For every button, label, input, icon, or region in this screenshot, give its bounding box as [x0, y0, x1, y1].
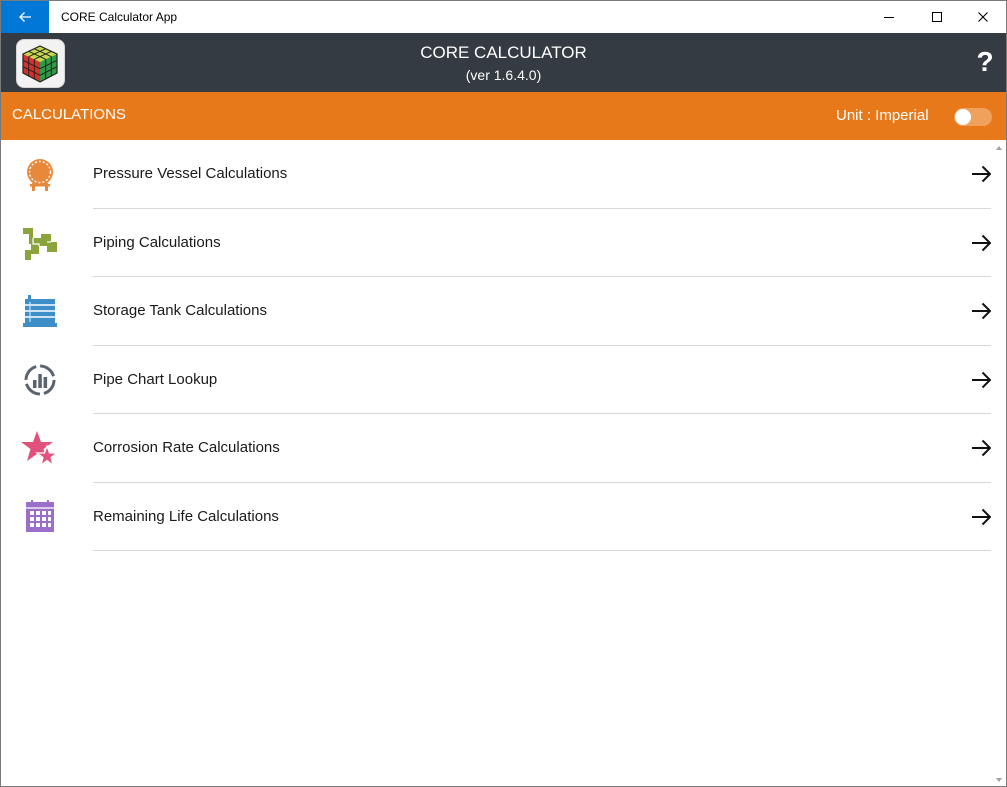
calendar-icon	[26, 499, 54, 532]
list-item-pressure-vessel[interactable]: Pressure Vessel Calculations	[1, 140, 1006, 209]
minimize-icon	[884, 17, 894, 18]
close-icon	[978, 12, 988, 22]
arrow-right-icon	[972, 439, 992, 457]
toggle-knob	[955, 109, 971, 125]
scroll-up-icon	[995, 145, 1002, 150]
piping-icon	[23, 227, 57, 260]
list-item-pipe-chart[interactable]: Pipe Chart Lookup	[1, 346, 1006, 414]
scroll-down-icon	[995, 777, 1002, 782]
title-bar: CORE Calculator App	[1, 1, 1006, 33]
maximize-button[interactable]	[914, 1, 960, 33]
scrollbar[interactable]	[991, 140, 1006, 786]
app-header: CORE CALCULATOR (ver 1.6.4.0) ?	[1, 33, 1006, 92]
help-button[interactable]: ?	[971, 45, 999, 79]
corrosion-star-icon	[21, 431, 59, 467]
item-label: Piping Calculations	[93, 233, 221, 251]
app-window: CORE Calculator App CORE CALCULATOR (ver…	[0, 0, 1007, 787]
app-version: (ver 1.6.4.0)	[465, 67, 542, 83]
item-label: Storage Tank Calculations	[93, 302, 267, 319]
back-button[interactable]	[1, 1, 49, 33]
arrow-right-icon	[972, 508, 992, 525]
back-arrow-icon	[19, 12, 31, 22]
list-item-remaining-life[interactable]: Remaining Life Calculations	[1, 483, 1006, 551]
list-item-piping[interactable]: Piping Calculations	[1, 209, 1006, 277]
app-title: CORE CALCULATOR	[420, 43, 587, 62]
window-title: CORE Calculator App	[61, 10, 178, 24]
pipe-chart-icon	[24, 364, 56, 395]
item-label: Pipe Chart Lookup	[93, 370, 218, 388]
section-title: CALCULATIONS	[12, 106, 126, 123]
item-label: Pressure Vessel Calculations	[93, 165, 288, 182]
scroll-up-button[interactable]	[991, 140, 1006, 155]
maximize-icon	[932, 12, 942, 22]
minimize-button[interactable]	[866, 1, 912, 33]
list-item-corrosion-rate[interactable]: Corrosion Rate Calculations	[1, 414, 1006, 483]
close-button[interactable]	[960, 1, 1006, 33]
scroll-down-button[interactable]	[991, 772, 1006, 786]
calculations-list: Pressure Vessel Calculations Piping Calc…	[1, 140, 1006, 551]
divider	[93, 550, 991, 551]
pressure-vessel-icon	[27, 159, 53, 191]
unit-label: Unit : Imperial	[836, 107, 929, 124]
unit-toggle[interactable]	[954, 108, 992, 126]
storage-tank-icon	[23, 295, 57, 327]
arrow-right-icon	[972, 234, 992, 251]
item-label: Corrosion Rate Calculations	[93, 439, 280, 456]
arrow-right-icon	[972, 165, 992, 183]
arrow-right-icon	[972, 302, 992, 320]
item-label: Remaining Life Calculations	[93, 507, 279, 525]
arrow-right-icon	[972, 371, 992, 388]
calculations-header: CALCULATIONS Unit : Imperial	[1, 92, 1006, 140]
list-item-storage-tank[interactable]: Storage Tank Calculations	[1, 277, 1006, 346]
